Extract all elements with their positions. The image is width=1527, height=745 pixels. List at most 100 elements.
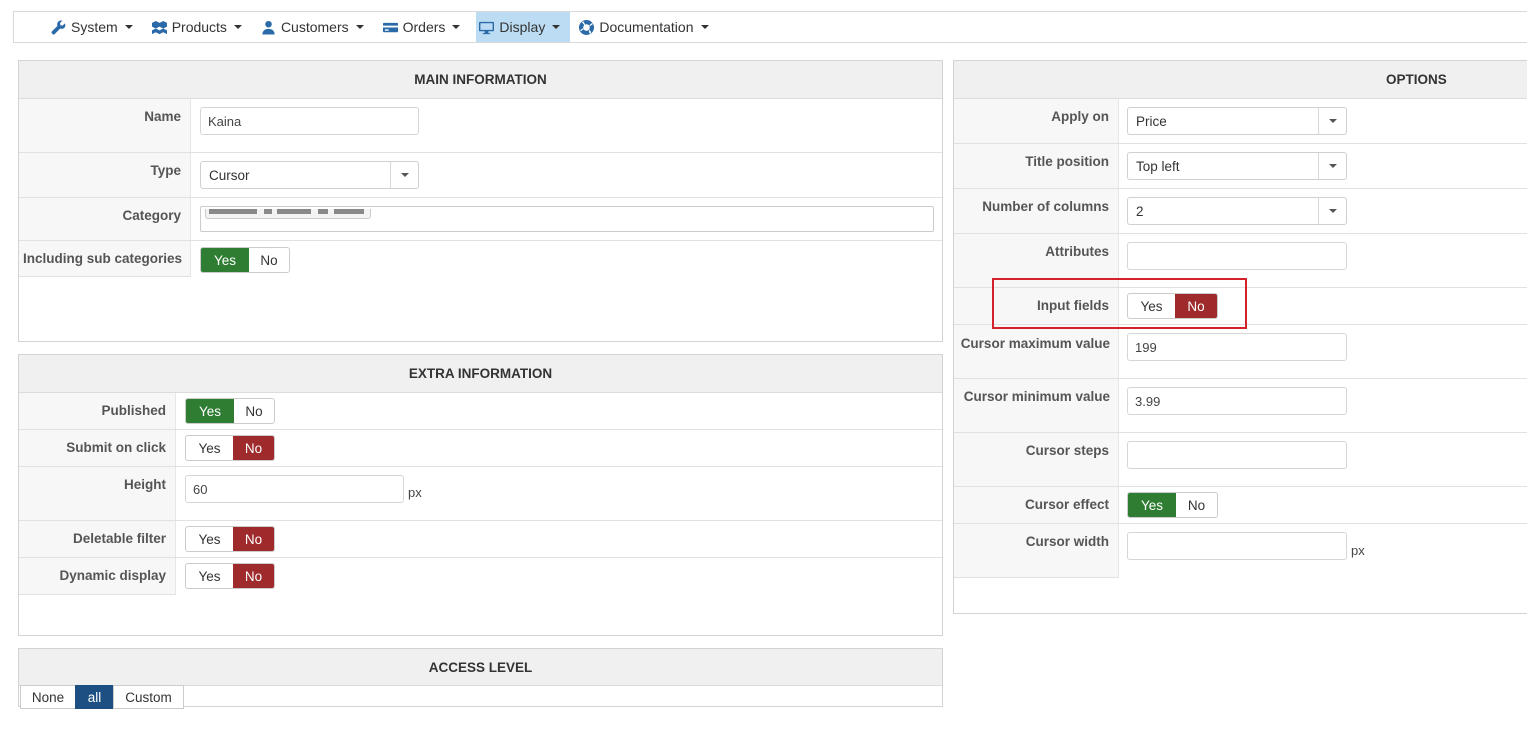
type-label: Type — [19, 153, 191, 197]
caret-down-icon — [452, 25, 461, 29]
cursor-min-row: Cursor minimum value — [954, 379, 1527, 433]
cursor-width-input[interactable] — [1127, 532, 1347, 560]
deletable-filter-row: Deletable filter Yes No — [19, 521, 942, 558]
dynamic-display-no[interactable]: No — [233, 564, 274, 588]
main-information-title: MAIN INFORMATION — [19, 61, 942, 99]
category-row: Category — [19, 198, 942, 241]
chevron-down-icon — [1318, 198, 1346, 224]
access-custom-button[interactable]: Custom — [113, 685, 184, 709]
dynamic-display-label: Dynamic display — [19, 558, 176, 595]
number-of-columns-value: 2 — [1136, 203, 1144, 219]
options-title: OPTIONS — [954, 61, 1527, 99]
access-none-button[interactable]: None — [20, 685, 76, 709]
name-input[interactable] — [200, 107, 419, 135]
category-tag-input[interactable] — [200, 206, 934, 232]
lifebuoy-icon — [579, 19, 595, 35]
menu-orders-label: Orders — [402, 19, 446, 35]
extra-information-panel: EXTRA INFORMATION Published Yes No Submi… — [18, 354, 943, 636]
caret-down-icon — [700, 25, 709, 29]
deletable-filter-label: Deletable filter — [19, 521, 176, 557]
chevron-down-icon — [1318, 153, 1346, 179]
submit-on-click-yes[interactable]: Yes — [186, 436, 233, 460]
cursor-max-input[interactable] — [1127, 333, 1347, 361]
deletable-filter-no[interactable]: No — [233, 527, 274, 551]
type-select-value: Cursor — [209, 167, 250, 183]
cursor-width-row: Cursor width px — [954, 524, 1527, 578]
submit-on-click-no[interactable]: No — [233, 436, 274, 460]
monitor-icon — [479, 21, 495, 34]
menu-orders[interactable]: Orders — [380, 12, 471, 42]
attributes-input[interactable] — [1127, 242, 1347, 270]
sub-categories-yes[interactable]: Yes — [201, 248, 249, 272]
number-of-columns-select[interactable]: 2 — [1127, 197, 1347, 225]
cursor-effect-label: Cursor effect — [954, 487, 1119, 523]
menu-products-label: Products — [171, 19, 227, 35]
category-label: Category — [19, 198, 191, 240]
height-label: Height — [19, 467, 176, 520]
height-row: Height px — [19, 467, 942, 521]
access-all-button[interactable]: all — [75, 685, 114, 709]
cursor-min-input[interactable] — [1127, 387, 1347, 415]
sub-categories-toggle[interactable]: Yes No — [200, 247, 290, 273]
type-select[interactable]: Cursor — [200, 161, 419, 189]
access-level-title: ACCESS LEVEL — [19, 649, 942, 686]
cursor-effect-toggle[interactable]: Yes No — [1127, 492, 1218, 518]
cursor-max-label: Cursor maximum value — [954, 325, 1119, 378]
dynamic-display-toggle[interactable]: Yes No — [185, 563, 275, 589]
deletable-filter-yes[interactable]: Yes — [186, 527, 233, 551]
cubes-icon — [151, 20, 167, 34]
apply-on-row: Apply on Price — [954, 99, 1527, 144]
published-yes[interactable]: Yes — [186, 399, 234, 423]
published-row: Published Yes No — [19, 393, 942, 430]
menu-products[interactable]: Products — [149, 12, 252, 42]
title-position-label: Title position — [954, 144, 1119, 188]
cursor-effect-yes[interactable]: Yes — [1128, 493, 1176, 517]
deletable-filter-toggle[interactable]: Yes No — [185, 526, 275, 552]
type-row: Type Cursor — [19, 153, 942, 198]
menu-system[interactable]: System — [48, 12, 143, 42]
caret-down-icon — [233, 25, 242, 29]
cursor-effect-no[interactable]: No — [1176, 493, 1217, 517]
extra-information-title: EXTRA INFORMATION — [19, 355, 942, 393]
options-panel: OPTIONS Apply on Price Title position To… — [953, 60, 1527, 614]
caret-down-icon — [552, 25, 561, 29]
menu-display[interactable]: Display — [476, 12, 571, 42]
title-position-row: Title position Top left — [954, 144, 1527, 189]
title-position-select[interactable]: Top left — [1127, 152, 1347, 180]
sub-categories-label: Including sub categories — [19, 241, 191, 277]
dynamic-display-yes[interactable]: Yes — [186, 564, 233, 588]
menu-customers-label: Customers — [280, 19, 349, 35]
menu-customers[interactable]: Customers — [258, 12, 374, 42]
submit-on-click-label: Submit on click — [19, 430, 176, 466]
sub-categories-no[interactable]: No — [249, 248, 289, 272]
input-fields-highlight-box — [992, 278, 1247, 329]
number-of-columns-label: Number of columns — [954, 189, 1119, 233]
published-label: Published — [19, 393, 176, 429]
credit-card-icon — [382, 22, 398, 32]
submit-on-click-row: Submit on click Yes No — [19, 430, 942, 467]
height-unit: px — [408, 485, 422, 500]
cursor-min-label: Cursor minimum value — [954, 379, 1119, 432]
caret-down-icon — [355, 25, 364, 29]
submit-on-click-toggle[interactable]: Yes No — [185, 435, 275, 461]
menu-documentation-label: Documentation — [599, 19, 694, 35]
number-of-columns-row: Number of columns 2 — [954, 189, 1527, 234]
cursor-effect-row: Cursor effect Yes No — [954, 487, 1527, 524]
main-information-panel: MAIN INFORMATION Name Type Cursor Catego… — [18, 60, 943, 342]
apply-on-value: Price — [1136, 113, 1167, 129]
name-row: Name — [19, 99, 942, 153]
height-input[interactable] — [185, 475, 404, 503]
apply-on-select[interactable]: Price — [1127, 107, 1347, 135]
menu-display-label: Display — [499, 19, 546, 35]
cursor-max-row: Cursor maximum value — [954, 325, 1527, 379]
sub-categories-row: Including sub categories Yes No — [19, 241, 942, 277]
wrench-icon — [51, 20, 66, 34]
published-toggle[interactable]: Yes No — [185, 398, 275, 424]
cursor-steps-input[interactable] — [1127, 441, 1347, 469]
published-no[interactable]: No — [234, 399, 274, 423]
name-label: Name — [19, 99, 191, 152]
category-tag[interactable] — [205, 209, 371, 219]
apply-on-label: Apply on — [954, 99, 1119, 143]
menu-documentation[interactable]: Documentation — [576, 12, 718, 42]
chevron-down-icon — [390, 162, 418, 188]
